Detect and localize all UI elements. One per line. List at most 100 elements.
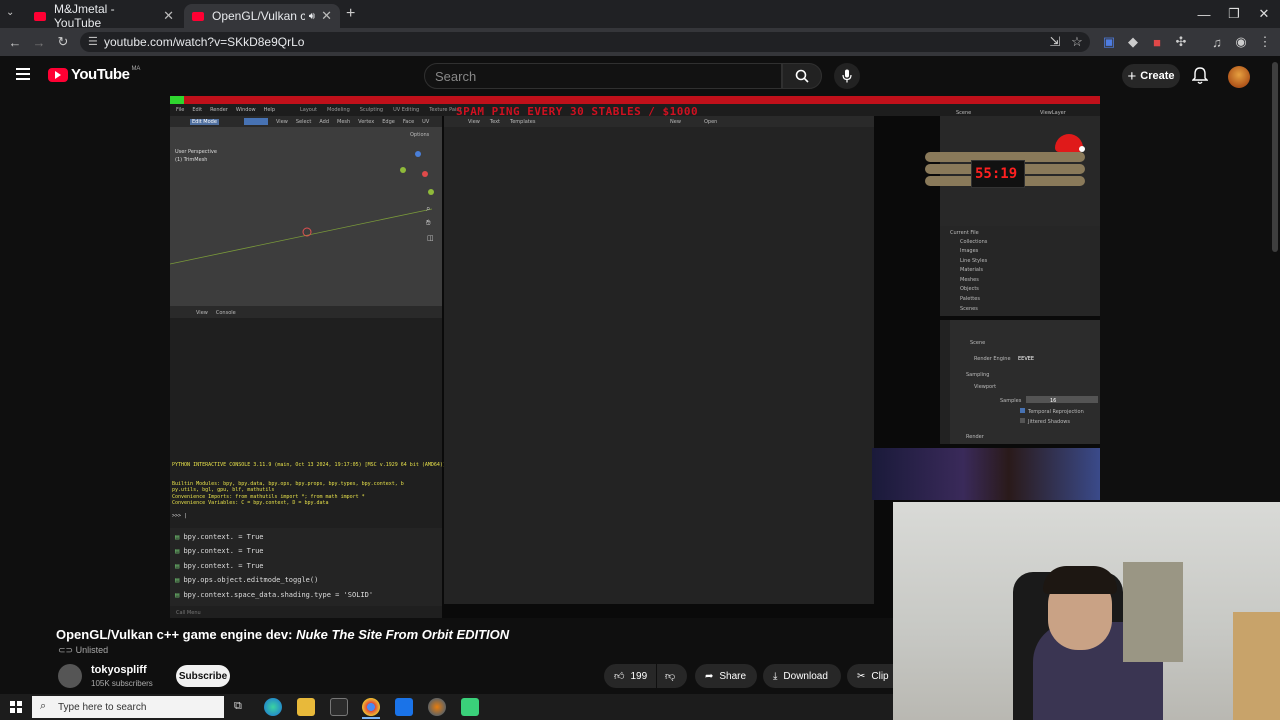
share-button[interactable]: ➦ Share [695,664,757,688]
profile-icon[interactable]: ◉ [1230,31,1252,53]
taskbar-search-input[interactable]: ⌕ Type here to search [32,696,224,718]
text-editor-menu-item[interactable]: Templates [510,119,535,125]
outliner-item[interactable]: Images [960,248,978,254]
vscode-icon[interactable] [395,698,413,716]
task-view-icon[interactable]: ⧉ [234,700,242,713]
app-green-icon[interactable] [461,698,479,716]
workspace-tab[interactable]: Layout [300,107,317,113]
text-editor-menu-item[interactable]: Text [490,119,500,125]
blender-text-editor[interactable]: View Text Templates New Open [444,116,874,604]
gizmo-y-icon[interactable] [400,167,406,173]
account-avatar[interactable] [1228,66,1250,88]
search-input[interactable]: Search [424,63,782,89]
render-panel[interactable]: Render [966,434,984,440]
hamburger-menu-icon[interactable] [16,68,30,80]
blender-menu-item[interactable]: Render [210,107,228,113]
outliner-item[interactable]: Palettes [960,296,980,302]
blender-properties[interactable]: Scene Render Engine EEVEE Sampling Viewp… [940,320,1100,444]
download-button[interactable]: ⤓ Download [763,664,841,688]
notifications-bell-icon[interactable] [1191,67,1209,90]
windows-start-icon[interactable] [10,701,22,713]
voice-search-button[interactable] [834,63,860,89]
temporal-checkbox[interactable] [1020,408,1025,413]
forward-arrow-icon[interactable]: → [28,31,50,53]
console-menu-item[interactable]: View [196,310,208,316]
outliner-item[interactable]: Meshes [960,277,979,283]
channel-avatar[interactable] [58,664,82,688]
new-text-button[interactable]: New [670,119,681,125]
minimize-button[interactable]: — [1188,0,1220,28]
status-bar-hint: Call Menu [176,610,201,616]
blender-menu-item[interactable]: File [176,107,184,113]
outliner-item[interactable]: Scenes [960,306,978,312]
workspace-tab[interactable]: Modeling [327,107,350,113]
search-button[interactable] [782,63,822,89]
file-explorer-icon[interactable] [297,698,315,716]
extension-diamond-icon[interactable]: ◆ [1122,31,1144,53]
clip-button[interactable]: ✂ Clip [847,664,893,688]
blender-menu-item[interactable]: Help [264,107,275,113]
open-text-button[interactable]: Open [704,119,717,125]
tab-opengl-vulkan[interactable]: OpenGL/Vulkan c++ game 🔊︎ ✕ [184,4,340,28]
gizmo-x-icon[interactable] [422,171,428,177]
browser-menu-icon[interactable]: ⋮ [1254,31,1276,53]
blender-icon[interactable] [428,698,446,716]
store-icon[interactable] [330,698,348,716]
render-engine-select[interactable]: EEVEE [1018,356,1034,362]
zoom-icon[interactable]: ⌕ [426,204,430,214]
media-controls-icon[interactable]: ♫ [1206,31,1228,53]
camera-icon[interactable]: ◫ [427,234,434,242]
tab-close-icon[interactable]: ✕ [163,8,174,24]
outliner-item[interactable]: Line Styles [960,258,987,264]
console-prompt[interactable]: >>> | [172,513,187,519]
search-placeholder: Search [435,68,477,84]
restore-button[interactable]: ❐ [1218,0,1250,28]
sampling-panel[interactable]: Sampling [966,372,989,378]
workspace-tab[interactable]: UV Editing [393,107,419,113]
hand-pan-icon[interactable]: ✋︎ [426,218,431,228]
gizmo-y-neg-icon[interactable] [428,189,434,195]
back-arrow-icon[interactable]: ← [4,31,26,53]
tab-search-chevron-icon[interactable]: ⌄ [6,7,14,18]
tab-close-icon[interactable]: ✕ [321,8,332,24]
youtube-logo[interactable]: YouTube MA [48,66,140,83]
outliner-item[interactable]: Objects [960,286,979,292]
dislike-button[interactable]: 👎︎ [657,664,687,688]
outliner-item[interactable]: Materials [960,267,983,273]
scene-selector[interactable]: Scene [956,110,971,116]
console-menu-item[interactable]: Console [216,310,236,316]
speaker-icon[interactable]: 🔊︎ [309,11,315,22]
new-tab-button[interactable]: + [346,5,355,23]
create-label: Create [1140,70,1175,82]
tab-mjmetal[interactable]: M&Jmetal - YouTube ✕ [26,2,182,30]
workspace-tab[interactable]: Sculpting [360,107,383,113]
install-app-icon[interactable]: ⇲ [1044,31,1066,53]
blender-menu-item[interactable]: Edit [192,107,202,113]
address-bar[interactable]: ☰ youtube.com/watch?v=SKkD8e9QrLo [80,32,1090,52]
search-icon: ⌕ [40,700,47,712]
gizmo-z-icon[interactable] [415,151,421,157]
site-info-icon[interactable]: ☰ [88,35,98,48]
extension-red-icon[interactable]: ■ [1146,31,1168,53]
blender-outliner[interactable]: Current File Collections Images Line Sty… [940,226,1100,316]
reload-icon[interactable]: ↻ [52,31,74,53]
bookmark-star-icon[interactable]: ☆ [1066,31,1088,53]
viewlayer-selector[interactable]: ViewLayer [1040,110,1066,116]
viewport-subpanel[interactable]: Viewport [974,384,996,390]
jittered-checkbox[interactable] [1020,418,1025,423]
like-button[interactable]: 👍︎ 199 [604,664,656,688]
outliner-item[interactable]: Collections [960,239,987,245]
samples-field[interactable] [1026,396,1098,403]
chrome-icon[interactable] [362,698,380,716]
text-editor-menu-item[interactable]: View [468,119,480,125]
create-button[interactable]: + Create [1122,64,1180,88]
channel-name[interactable]: tokyospliff [91,664,147,676]
page-scrollbar[interactable] [1272,62,1278,252]
blender-menu-item[interactable]: Window [236,107,256,113]
extension-translate-icon[interactable]: ▣ [1098,31,1120,53]
subscribe-button[interactable]: Subscribe [176,665,230,687]
properties-tabs[interactable] [940,320,950,444]
edge-browser-icon[interactable] [264,698,282,716]
close-window-button[interactable]: ✕ [1248,0,1280,28]
extensions-puzzle-icon[interactable]: ✣ [1170,31,1192,53]
